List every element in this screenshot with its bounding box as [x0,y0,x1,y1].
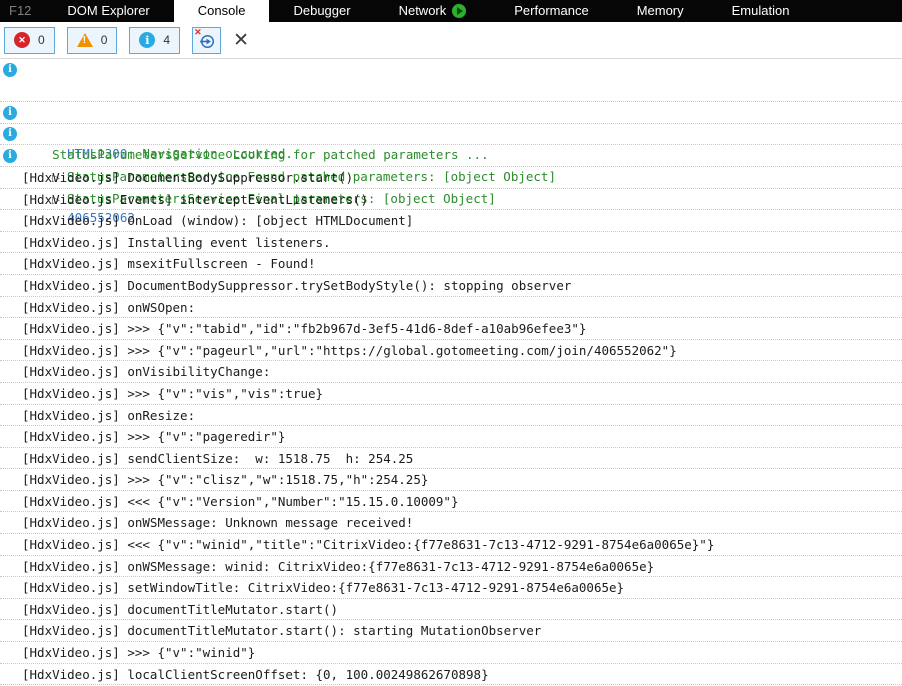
error-count: 0 [38,33,45,47]
console-log-row: [HdxVideo.js] >>> {"v":"pageurl","url":"… [0,340,902,362]
console-log-row: [HdxVideo.js] DocumentBodySuppressor.sta… [0,167,902,189]
warning-count: 0 [101,33,108,47]
console-entry-info-expandable: StatusParametersService Final parameters… [0,145,902,167]
console-log-row: [HdxVideo.js] >>> {"v":"vis","vis":true} [0,383,902,405]
console-log-row: [HdxVideo.js] >>> {"v":"tabid","id":"fb2… [0,318,902,340]
console-entry-navigation: HTML1300: Navigation occurred. 406552062 [0,59,902,102]
log-text: [HdxVideo.js] >>> {"v":"pageurl","url":"… [22,343,677,358]
log-text: [HdxVideo.js] onResize: [22,408,195,423]
log-text: [HdxVideo.js] >>> {"v":"winid"} [22,645,255,660]
log-text: [HdxVideo.js] onWSMessage: Unknown messa… [22,515,413,530]
console-log-row: [HdxVideo.js] <<< {"v":"Version","Number… [0,491,902,513]
log-text: [HdxVideo.js] onWSMessage: winid: Citrix… [22,559,654,574]
error-filter-button[interactable]: 0 [4,27,55,54]
warning-icon [77,33,93,47]
console-log-row: [HdxVideo.js] Installing event listeners… [0,232,902,254]
info-icon [3,106,17,120]
info-icon [3,149,17,163]
log-text: [HdxVideo.js] Installing event listeners… [22,235,331,250]
log-text: [HdxVideo.js] documentTitleMutator.start… [22,602,338,617]
console-toolbar: 0 0 4 ✕ ✕ [0,22,902,59]
tab-memory[interactable]: Memory [613,0,708,22]
tab-debugger[interactable]: Debugger [269,0,374,22]
log-text: [HdxVideo.js] onVisibilityChange: [22,364,270,379]
console-log-row: [HdxVideo.js] msexitFullscreen - Found! [0,253,902,275]
devtools-tab-bar: F12 DOM Explorer Console Debugger Networ… [0,0,902,22]
log-text: [HdxVideo.js] setWindowTitle: CitrixVide… [22,580,624,595]
log-text: [HdxVideo.js] >>> {"v":"pageredir"} [22,429,285,444]
console-log-row: [HdxVideo.js] DocumentBodySuppressor.try… [0,275,902,297]
log-text: [HdxVideo.js] DocumentBodySuppressor.sta… [22,170,353,185]
console-log-row: [HdxVideo.js] onWSMessage: Unknown messa… [0,512,902,534]
tab-emulation[interactable]: Emulation [708,0,814,22]
console-log-row: [HdxVideo.js] documentTitleMutator.start… [0,620,902,642]
tab-network-label: Network [399,0,447,22]
console-log-row: [HdxVideo.js] onWSMessage: winid: Citrix… [0,556,902,578]
console-log-row: [HdxVideo.js] <<< {"v":"winid","title":"… [0,534,902,556]
network-profiling-play-icon [452,4,466,18]
console-log-row: [HdxVideo.js] sendClientSize: w: 1518.75… [0,448,902,470]
f12-label: F12 [0,0,43,22]
clear-on-navigate-x-icon: ✕ [194,27,202,38]
log-text: [HdxVideo.js] <<< {"v":"winid","title":"… [22,537,714,552]
console-log-row: [HdxVideo.js] OnLoad (window): [object H… [0,210,902,232]
clear-on-navigate-button[interactable]: ✕ [192,27,221,54]
tab-network[interactable]: Network [375,0,491,22]
info-icon [139,32,155,48]
console-output: HTML1300: Navigation occurred. 406552062… [0,59,902,686]
log-text: [HdxVideo.js Events] interceptEventListe… [22,192,368,207]
console-entry-info-expandable: StatusParametersService Found patched pa… [0,124,902,146]
clear-console-button[interactable]: ✕ [231,31,251,50]
log-text: [HdxVideo.js] DocumentBodySuppressor.try… [22,278,571,293]
log-text: [HdxVideo.js] localClientScreenOffset: {… [22,667,489,682]
console-log-row: [HdxVideo.js Events] interceptEventListe… [0,189,902,211]
tab-console[interactable]: Console [174,0,270,22]
log-text: [HdxVideo.js] sendClientSize: w: 1518.75… [22,451,413,466]
console-entry-info: StatusParametersService Looking for patc… [0,102,902,124]
log-text: [HdxVideo.js] >>> {"v":"clisz","w":1518.… [22,472,428,487]
console-log-row: [HdxVideo.js] localClientScreenOffset: {… [0,664,902,686]
console-log-row: [HdxVideo.js] >>> {"v":"pageredir"} [0,426,902,448]
console-log-row: [HdxVideo.js] >>> {"v":"clisz","w":1518.… [0,469,902,491]
log-text: [HdxVideo.js] onWSOpen: [22,300,195,315]
console-log-row: [HdxVideo.js] documentTitleMutator.start… [0,599,902,621]
info-icon [3,63,17,77]
log-text: [HdxVideo.js] >>> {"v":"vis","vis":true} [22,386,323,401]
log-text: [HdxVideo.js] >>> {"v":"tabid","id":"fb2… [22,321,586,336]
console-log-row: [HdxVideo.js] onVisibilityChange: [0,361,902,383]
info-count: 4 [163,33,170,47]
console-log-row: [HdxVideo.js] onWSOpen: [0,297,902,319]
console-log-row: [HdxVideo.js] onResize: [0,405,902,427]
console-log-row: [HdxVideo.js] >>> {"v":"winid"} [0,642,902,664]
info-icon [3,127,17,141]
error-icon [14,32,30,48]
info-filter-button[interactable]: 4 [129,27,180,54]
console-log-row: [HdxVideo.js] setWindowTitle: CitrixVide… [0,577,902,599]
tab-dom-explorer[interactable]: DOM Explorer [43,0,173,22]
log-text: [HdxVideo.js] msexitFullscreen - Found! [22,256,316,271]
tab-performance[interactable]: Performance [490,0,612,22]
log-text: [HdxVideo.js] <<< {"v":"Version","Number… [22,494,459,509]
warning-filter-button[interactable]: 0 [67,27,118,54]
log-text: [HdxVideo.js] documentTitleMutator.start… [22,623,541,638]
log-text: [HdxVideo.js] OnLoad (window): [object H… [22,213,413,228]
